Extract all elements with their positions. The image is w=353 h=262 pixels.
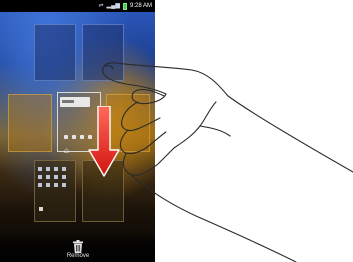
remove-label[interactable]: Remove [60,253,96,260]
hand-pointer-icon [102,62,353,262]
default-home-marker-icon: ⌂ [64,146,69,155]
battery-icon [122,2,127,10]
usb-icon: ⇌ [98,3,104,9]
status-bar: ⇌ ▂▄▆ 9:28 AM [0,0,155,12]
home-page-thumbnail-3[interactable] [8,94,52,152]
mini-app-grid [38,167,66,187]
trash-icon[interactable] [72,240,84,253]
status-time: 9:28 AM [129,3,152,9]
home-page-thumbnail-6[interactable] [34,160,76,222]
signal-icon: ▂▄▆ [106,3,120,9]
home-page-thumbnail-1[interactable] [34,24,76,81]
